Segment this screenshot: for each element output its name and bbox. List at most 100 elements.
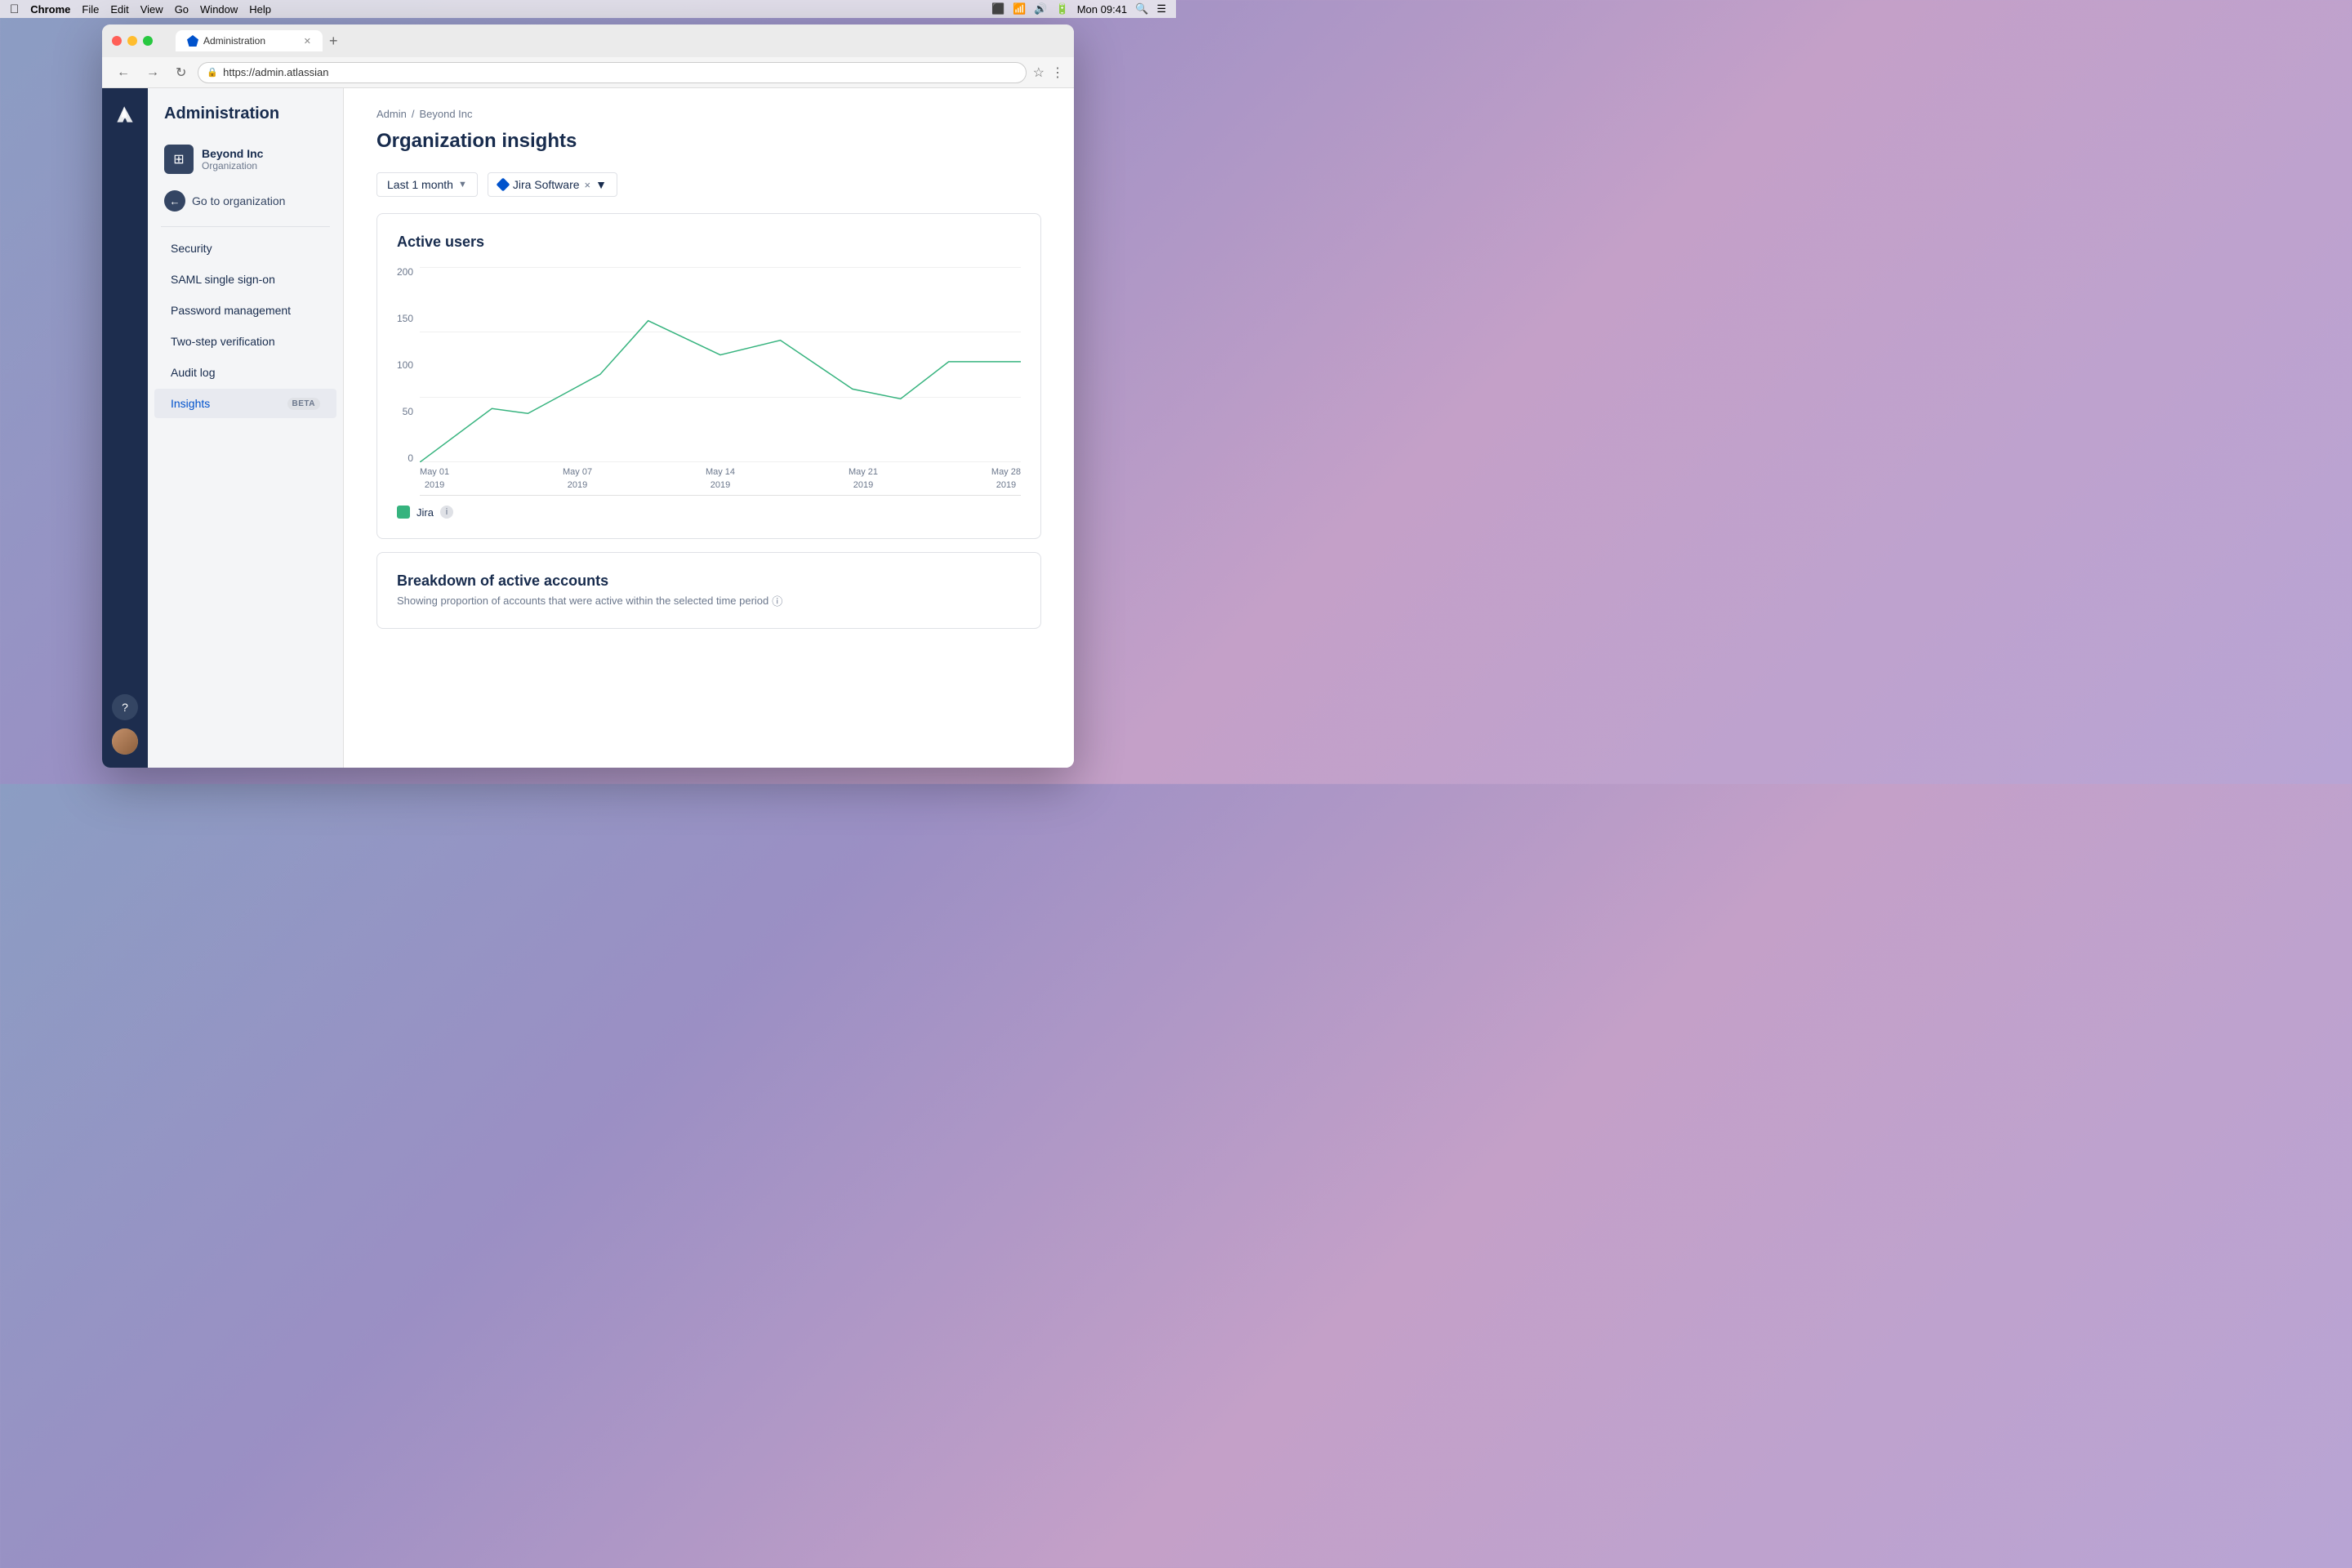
minimize-button[interactable] — [127, 36, 137, 46]
sidebar-item-audit[interactable]: Audit log — [154, 358, 336, 387]
forward-button[interactable]: → — [141, 64, 164, 82]
y-label-0: 0 — [397, 453, 413, 463]
filters-row: Last 1 month ▼ Jira Software × ▼ — [376, 172, 1041, 197]
atlassian-logo[interactable] — [112, 101, 138, 127]
menu-help[interactable]: Help — [249, 3, 271, 16]
close-button[interactable] — [112, 36, 122, 46]
sidebar-bottom: ? — [112, 694, 138, 755]
more-button[interactable]: ⋮ — [1051, 65, 1064, 81]
breadcrumb-org: Beyond Inc — [419, 108, 472, 120]
tab-close-icon[interactable]: ✕ — [304, 36, 311, 47]
y-label-100: 100 — [397, 360, 413, 370]
address-bar[interactable]: 🔒 https://admin.atlassian — [198, 62, 1026, 83]
avatar-image — [112, 728, 138, 755]
chart-svg — [420, 267, 1021, 462]
remove-filter-button[interactable]: × — [585, 179, 591, 191]
time-filter-label: Last 1 month — [387, 178, 453, 191]
menu-chrome[interactable]: Chrome — [30, 3, 70, 16]
chart-plot: May 01 2019 May 07 2019 May 14 2019 — [420, 267, 1021, 496]
menubar-right: ⬛ 📶 🔊 🔋 Mon 09:41 🔍 ☰ — [991, 2, 1166, 16]
traffic-lights — [112, 36, 153, 46]
atlassian-sidebar: ? — [102, 88, 148, 768]
user-avatar[interactable] — [112, 728, 138, 755]
new-tab-button[interactable]: + — [323, 30, 345, 51]
org-name: Beyond Inc — [202, 147, 263, 160]
browser-tab-active[interactable]: Administration ✕ — [176, 30, 323, 51]
page-title: Organization insights — [376, 130, 1041, 153]
wifi-icon: 📶 — [1013, 2, 1026, 16]
url-text: https://admin.atlassian — [223, 66, 328, 78]
breakdown-subtitle-text: Showing proportion of accounts that were… — [397, 595, 768, 607]
legend-label-jira: Jira — [416, 506, 434, 519]
breakdown-title: Breakdown of active accounts — [397, 572, 1021, 590]
control-center-icon[interactable]: ☰ — [1156, 2, 1166, 16]
maximize-button[interactable] — [143, 36, 153, 46]
breakdown-info-icon[interactable]: ⓘ — [772, 593, 782, 608]
menu-file[interactable]: File — [82, 3, 99, 16]
lock-icon: 🔒 — [207, 67, 218, 78]
legend-info-icon[interactable]: i — [440, 506, 453, 519]
breadcrumb-separator: / — [412, 108, 415, 120]
x-label-may01: May 01 2019 — [420, 462, 449, 495]
tab-bar: Administration ✕ + — [169, 30, 1064, 51]
chart-x-labels: May 01 2019 May 07 2019 May 14 2019 — [420, 462, 1021, 495]
toolbar-actions: ☆ ⋮ — [1033, 65, 1064, 81]
browser-toolbar: ← → ↻ 🔒 https://admin.atlassian ☆ ⋮ — [102, 57, 1074, 88]
time-filter-dropdown[interactable]: Last 1 month ▼ — [376, 172, 478, 197]
org-type: Organization — [202, 160, 263, 172]
breakdown-subtitle: Showing proportion of accounts that were… — [397, 593, 1021, 608]
browser-window: Administration ✕ + ← → ↻ 🔒 https://admin… — [102, 24, 1074, 768]
refresh-button[interactable]: ↻ — [171, 63, 191, 82]
menu-window[interactable]: Window — [200, 3, 238, 16]
help-button[interactable]: ? — [112, 694, 138, 720]
admin-sidebar-title: Administration — [148, 105, 343, 136]
building-icon: ⊞ — [173, 151, 184, 167]
browser-titlebar: Administration ✕ + — [102, 24, 1074, 57]
y-label-50: 50 — [397, 407, 413, 416]
clock: Mon 09:41 — [1077, 3, 1127, 16]
product-filter-dropdown[interactable]: Jira Software × ▼ — [488, 172, 617, 197]
y-label-200: 200 — [397, 267, 413, 277]
breakdown-card: Breakdown of active accounts Showing pro… — [376, 552, 1041, 629]
sidebar-item-two-step[interactable]: Two-step verification — [154, 327, 336, 356]
sidebar-item-insights[interactable]: Insights BETA — [154, 389, 336, 418]
chart-area: 200 150 100 50 0 — [397, 267, 1021, 496]
search-icon[interactable]: 🔍 — [1135, 2, 1148, 16]
apple-menu[interactable]:  — [10, 2, 19, 16]
jira-diamond-icon — [496, 178, 510, 192]
menubar-left:  Chrome File Edit View Go Window Help — [10, 2, 271, 16]
tab-title: Administration — [203, 35, 265, 47]
app-content: ? Administration ⊞ Beyond Inc Organizati… — [102, 88, 1074, 768]
tab-favicon — [187, 35, 198, 47]
menu-view[interactable]: View — [140, 3, 163, 16]
battery-icon: 🔋 — [1056, 2, 1069, 16]
x-label-may07: May 07 2019 — [563, 462, 592, 495]
main-content: Admin / Beyond Inc Organization insights… — [344, 88, 1074, 768]
x-label-may28: May 28 2019 — [991, 462, 1021, 495]
volume-icon: 🔊 — [1034, 2, 1047, 16]
chevron-down-icon: ▼ — [458, 180, 467, 189]
chart-title: Active users — [397, 234, 1021, 251]
menu-go[interactable]: Go — [175, 3, 189, 16]
go-to-org-button[interactable]: ← Go to organization — [148, 182, 343, 220]
org-icon: ⊞ — [164, 145, 194, 174]
org-info: Beyond Inc Organization — [202, 147, 263, 172]
menu-edit[interactable]: Edit — [110, 3, 128, 16]
sidebar-item-security[interactable]: Security — [154, 234, 336, 263]
breadcrumb: Admin / Beyond Inc — [376, 108, 1041, 120]
back-button[interactable]: ← — [112, 64, 135, 82]
chart-y-axis: 200 150 100 50 0 — [397, 267, 413, 496]
breadcrumb-admin[interactable]: Admin — [376, 108, 407, 120]
product-chevron-icon: ▼ — [595, 178, 607, 191]
screen-mirror-icon: ⬛ — [991, 2, 1004, 16]
insights-label: Insights — [171, 397, 210, 410]
beta-badge: BETA — [287, 398, 320, 410]
bookmark-button[interactable]: ☆ — [1033, 65, 1045, 81]
sidebar-divider — [161, 226, 330, 227]
sidebar-item-password[interactable]: Password management — [154, 296, 336, 325]
sidebar-item-saml[interactable]: SAML single sign-on — [154, 265, 336, 294]
org-item[interactable]: ⊞ Beyond Inc Organization — [148, 136, 343, 182]
menubar:  Chrome File Edit View Go Window Help ⬛… — [0, 0, 1176, 18]
admin-sidebar: Administration ⊞ Beyond Inc Organization… — [148, 88, 344, 768]
go-to-org-icon: ← — [164, 190, 185, 212]
